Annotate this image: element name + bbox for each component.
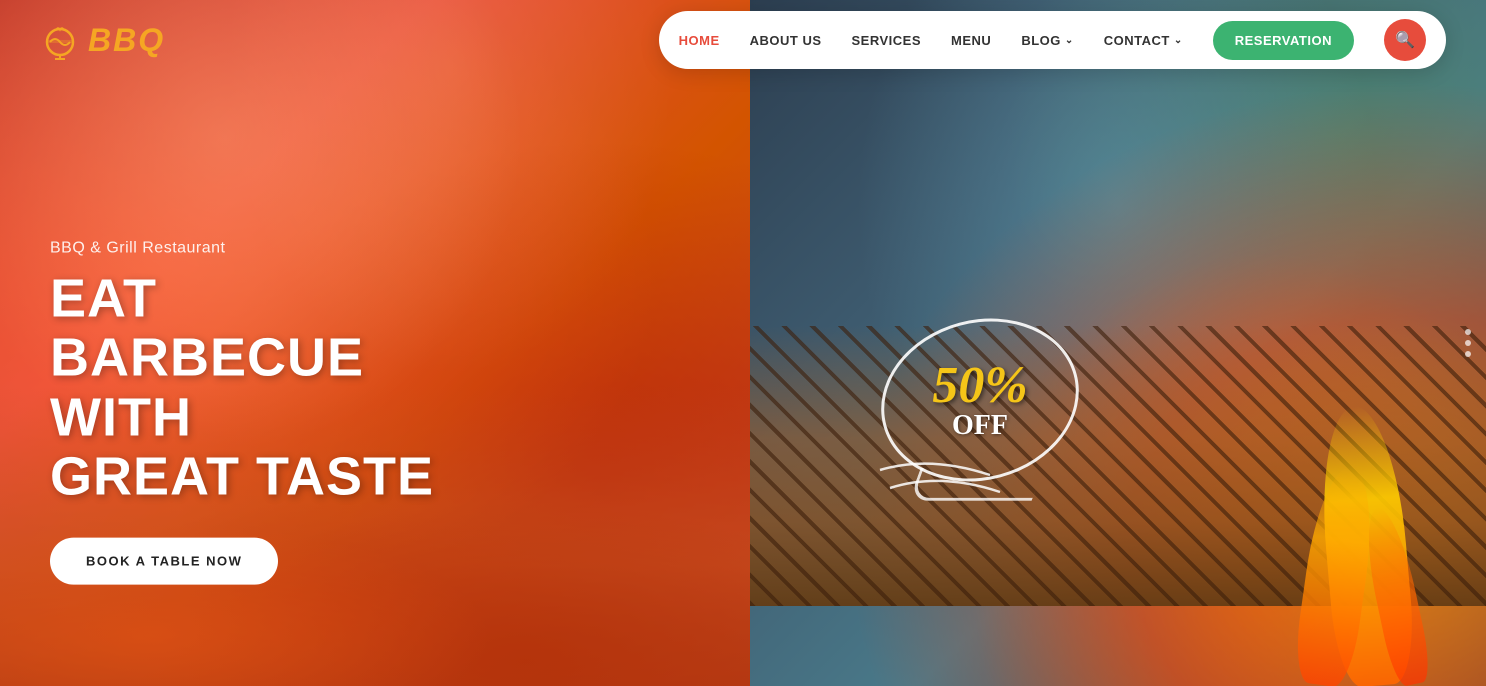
nav-pill: HOME ABOUT US SERVICES MENU BLOG ⌄ CONTA…: [659, 11, 1446, 69]
dots-menu[interactable]: [1465, 329, 1471, 357]
contact-chevron-icon: ⌄: [1174, 35, 1183, 46]
hero-title-line1: EAT BARBECUE WITH: [50, 269, 364, 448]
discount-badge: 50% OFF: [880, 320, 1080, 480]
book-table-button[interactable]: BOOK A TABLE NOW: [50, 537, 278, 584]
badge-percent: 50%: [932, 360, 1027, 412]
badge-text: 50% OFF: [932, 360, 1027, 440]
hero-right-panel: 50% OFF: [750, 0, 1486, 686]
hero-title: EAT BARBECUE WITH GREAT TASTE: [50, 270, 450, 508]
search-button[interactable]: 🔍: [1384, 19, 1426, 61]
dot-2: [1465, 340, 1471, 346]
nav-menu[interactable]: MENU: [951, 33, 991, 48]
logo-text: BBQ: [88, 22, 165, 59]
dot-1: [1465, 329, 1471, 335]
hero-section: 50% OFF: [0, 0, 1486, 686]
reservation-button[interactable]: RESERVATION: [1213, 21, 1354, 60]
nav-blog[interactable]: BLOG ⌄: [1021, 33, 1073, 48]
swoosh-svg: [870, 450, 1020, 510]
hero-subtitle: BBQ & Grill Restaurant: [50, 240, 450, 258]
fire-effect: [1226, 336, 1426, 686]
hero-content: BBQ & Grill Restaurant EAT BARBECUE WITH…: [50, 240, 450, 585]
blog-chevron-icon: ⌄: [1065, 35, 1074, 46]
hero-title-line2: GREAT TASTE: [50, 447, 434, 507]
nav-home[interactable]: HOME: [679, 33, 720, 48]
bbq-grill-icon: [40, 20, 80, 60]
search-icon: 🔍: [1395, 30, 1415, 50]
logo[interactable]: BBQ: [40, 20, 165, 60]
nav-services[interactable]: SERVICES: [852, 33, 922, 48]
navbar: BBQ HOME ABOUT US SERVICES MENU BLOG ⌄ C…: [0, 0, 1486, 80]
dot-3: [1465, 351, 1471, 357]
badge-off: OFF: [932, 412, 1027, 440]
nav-contact[interactable]: CONTACT ⌄: [1104, 33, 1183, 48]
nav-about[interactable]: ABOUT US: [750, 33, 822, 48]
